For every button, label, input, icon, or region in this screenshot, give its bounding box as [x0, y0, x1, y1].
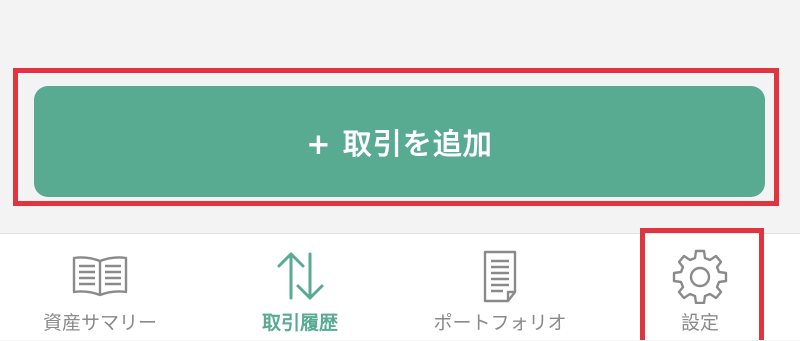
tab-portfolio-label: ポートフォリオ: [433, 312, 567, 334]
add-transaction-label: + 取引を追加: [306, 126, 493, 161]
tab-asset-summary[interactable]: 資産サマリー: [0, 234, 200, 341]
tab-asset-summary-label: 資産サマリー: [42, 312, 157, 334]
document-icon: [483, 250, 517, 303]
tab-transaction-history-label: 取引履歴: [261, 312, 338, 334]
settings-highlight-box: [640, 228, 764, 340]
transfer-arrows-icon: [277, 252, 324, 300]
book-icon: [72, 256, 128, 297]
add-transaction-button[interactable]: + 取引を追加: [34, 86, 765, 197]
tab-portfolio[interactable]: ポートフォリオ: [400, 234, 600, 341]
tab-transaction-history[interactable]: 取引履歴: [200, 234, 400, 341]
